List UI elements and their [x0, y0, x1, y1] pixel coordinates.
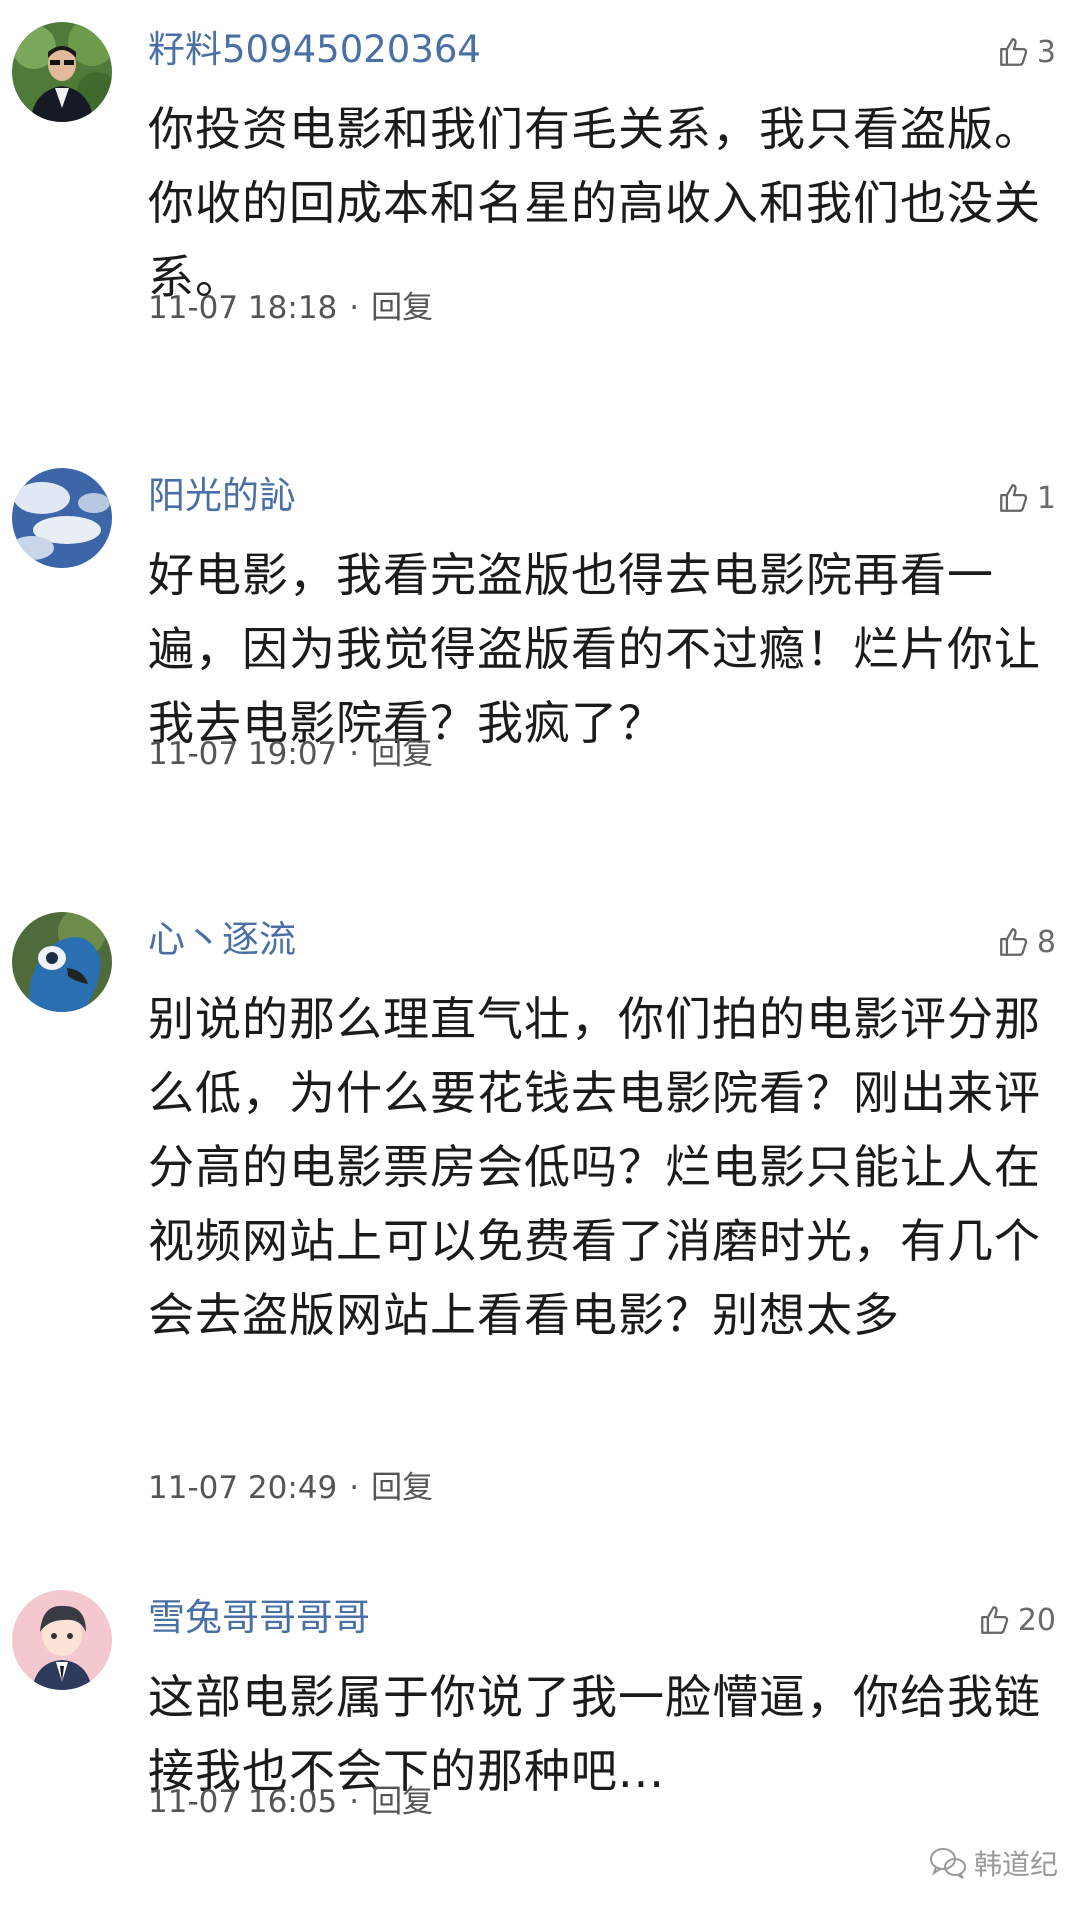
- username[interactable]: 籽料50945020364: [148, 26, 481, 74]
- like-count: 3: [1036, 34, 1056, 70]
- comment-text: 你投资电影和我们有毛关系，我只看盗版。你收的回成本和名星的高收入和我们也没关系。: [148, 102, 1041, 304]
- reply-button[interactable]: 回复: [371, 290, 433, 326]
- timestamp: 11-07 18:18: [148, 290, 338, 326]
- like-button[interactable]: 3: [997, 30, 1056, 74]
- wechat-icon: [929, 1848, 966, 1879]
- watermark: 韩道纪: [928, 1843, 1058, 1883]
- thumbs-up-icon: [1000, 484, 1028, 512]
- timestamp: 11-07 20:49: [148, 1470, 338, 1506]
- avatar[interactable]: [12, 912, 112, 1012]
- avatar[interactable]: [12, 22, 112, 122]
- timestamp: 11-07 19:07: [148, 736, 338, 772]
- like-count: 8: [1036, 924, 1056, 960]
- separator: ·: [349, 736, 360, 772]
- timestamp: 11-07 16:05: [148, 1784, 338, 1820]
- reply-button[interactable]: 回复: [371, 736, 433, 772]
- username[interactable]: 雪兔哥哥哥哥: [148, 1594, 370, 1642]
- reply-button[interactable]: 回复: [371, 1784, 433, 1820]
- thumbs-up-icon: [1000, 38, 1028, 66]
- like-button[interactable]: 1: [997, 476, 1056, 520]
- thumbs-up-icon: [1000, 928, 1028, 956]
- comment-meta: 11-07 20:49 · 回复: [148, 1468, 433, 1508]
- comment-text: 别说的那么理直气壮，你们拍的电影评分那么低，为什么要花钱去电影院看？刚出来评分高…: [148, 992, 1041, 1342]
- comment-text: 好电影，我看完盗版也得去电影院再看一遍，因为我觉得盗版看的不过瘾！烂片你让我去电…: [148, 548, 1041, 750]
- username[interactable]: 阳光的訫: [148, 472, 296, 520]
- like-count: 20: [1017, 1602, 1056, 1638]
- like-button[interactable]: 20: [978, 1598, 1056, 1642]
- avatar[interactable]: [12, 1590, 112, 1690]
- separator: ·: [349, 290, 360, 326]
- watermark-text: 韩道纪: [973, 1848, 1058, 1881]
- comment-meta: 11-07 16:05 · 回复: [148, 1782, 433, 1822]
- like-button[interactable]: 8: [997, 920, 1056, 964]
- comment-meta: 11-07 18:18 · 回复: [148, 288, 433, 328]
- avatar[interactable]: [12, 468, 112, 568]
- reply-button[interactable]: 回复: [371, 1470, 433, 1506]
- separator: ·: [349, 1470, 360, 1506]
- thumbs-up-icon: [980, 1606, 1008, 1634]
- like-count: 1: [1036, 480, 1056, 516]
- separator: ·: [349, 1784, 360, 1820]
- comment-meta: 11-07 19:07 · 回复: [148, 734, 433, 774]
- username[interactable]: 心丶逐流: [148, 916, 296, 964]
